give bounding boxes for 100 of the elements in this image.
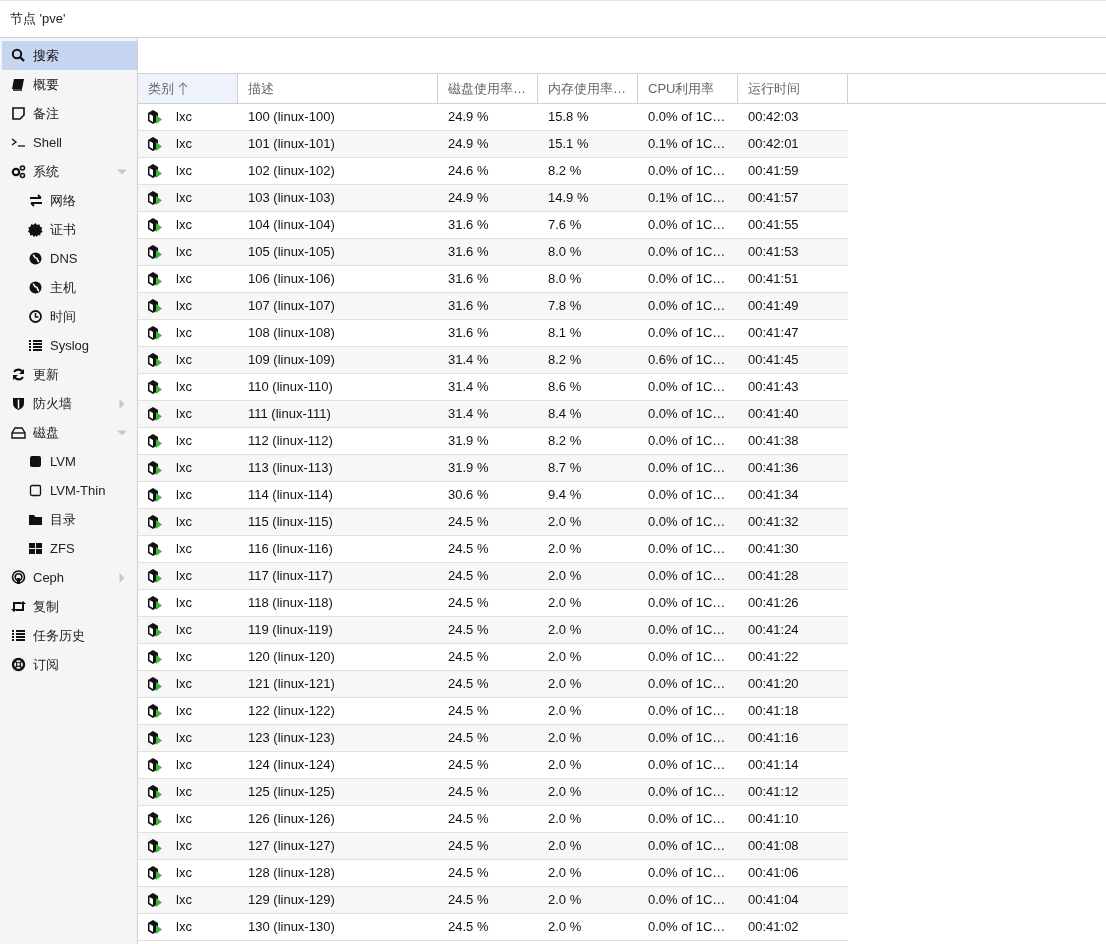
sidebar-item[interactable]: 防火墙 [2,389,137,418]
table-cell-text: 0.0% of 1C… [648,729,726,748]
table-row[interactable]: lxc 107 (linux-107) 31.6 % 7.8 % 0.0% of 1C… 00:41:49 [138,293,848,320]
table-cell-text: 108 (linux-108) [248,324,335,343]
table-cell-text: 0.0% of 1C… [648,459,726,478]
table-cell-text: 0.1% of 1C… [648,189,726,208]
sidebar-item[interactable]: 任务历史 [2,621,137,650]
table-cell-text: 0.0% of 1C… [648,432,726,451]
table-cell-text: 0.0% of 1C… [648,405,726,424]
table-cell-text: 104 (linux-104) [248,216,335,235]
table-row[interactable]: lxc 117 (linux-117) 24.5 % 2.0 % 0.0% of 1C… 00:41:28 [138,563,848,590]
grid-icon [28,541,43,556]
table-cell-text: 7.6 % [548,216,582,235]
sidebar-item[interactable]: 证书 [2,215,137,244]
table-row[interactable]: lxc 101 (linux-101) 24.9 % 15.1 % 0.1% of 1C… 00:42:01 [138,131,848,158]
table-row[interactable]: lxc 109 (linux-109) 31.4 % 8.2 % 0.6% of 1C… 00:41:45 [138,347,848,374]
sidebar-item[interactable]: 网络 [2,186,137,215]
table-row[interactable]: lxc 111 (linux-111) 31.4 % 8.4 % 0.0% of 1C… 00:41:40 [138,401,848,428]
container-icon [147,298,163,314]
expand-arrow-icon[interactable] [117,572,127,583]
table-cell-text: 8.1 % [548,324,582,343]
table-cell-text: 31.4 % [448,351,489,370]
table-cell-text: 31.9 % [448,459,489,478]
table-cell-text: 0.0% of 1C… [648,486,726,505]
table-row[interactable]: lxc 125 (linux-125) 24.5 % 2.0 % 0.0% of 1C… 00:41:12 [138,779,848,806]
container-icon [147,541,163,557]
sidebar-item[interactable]: Syslog [2,331,137,360]
table-cell-text: 00:41:40 [748,405,799,424]
sidebar-item[interactable]: 目录 [2,505,137,534]
table-cell-text: lxc [176,216,192,235]
table-row[interactable]: lxc 103 (linux-103) 24.9 % 14.9 % 0.1% of 1C… 00:41:57 [138,185,848,212]
table-cell-text: 24.9 % [448,108,489,127]
table-cell-text: lxc [176,135,192,154]
table-cell-text: lxc [176,729,192,748]
table-cell-text: 31.4 % [448,405,489,424]
sidebar-item[interactable]: Ceph [2,563,137,592]
table-cell-text: 8.6 % [548,378,582,397]
container-icon [147,109,163,125]
book-icon [11,77,26,92]
table-cell-text: 0.0% of 1C… [648,648,726,667]
sidebar-item[interactable]: ZFS [2,534,137,563]
table-cell-text: lxc [176,324,192,343]
table-cell-text: 00:41:53 [748,243,799,262]
container-icon [147,703,163,719]
expand-arrow-icon[interactable] [117,398,127,409]
sidebar-item[interactable]: 搜索 [2,41,137,70]
table-cell-text: lxc [176,108,192,127]
table-cell-text: 129 (linux-129) [248,891,335,910]
table-cell-text: 24.5 % [448,648,489,667]
sidebar-item[interactable]: 更新 [2,360,137,389]
table-cell-text: 0.6% of 1C… [648,351,726,370]
shield-icon [11,396,26,411]
table-row[interactable]: lxc 129 (linux-129) 24.5 % 2.0 % 0.0% of 1C… 00:41:04 [138,887,848,914]
container-icon [147,838,163,854]
table-cell-text: lxc [176,675,192,694]
sidebar-item[interactable]: 概要 [2,70,137,99]
exchange-icon [28,193,43,208]
table-cell-text: 00:41:26 [748,594,799,613]
sidebar-item[interactable]: 磁盘 [2,418,137,447]
table-row[interactable]: lxc 121 (linux-121) 24.5 % 2.0 % 0.0% of 1C… 00:41:20 [138,671,848,698]
table-row[interactable]: lxc 123 (linux-123) 24.5 % 2.0 % 0.0% of 1C… 00:41:16 [138,725,848,752]
sidebar-item[interactable]: LVM [2,447,137,476]
table-cell-text: lxc [176,837,192,856]
sidebar-item[interactable]: 时间 [2,302,137,331]
table-cell-text: 0.0% of 1C… [648,837,726,856]
container-icon [147,433,163,449]
table-cell-text: 9.4 % [548,486,582,505]
table-cell-text: 00:41:02 [748,918,799,937]
table-row[interactable]: lxc 127 (linux-127) 24.5 % 2.0 % 0.0% of 1C… 00:41:08 [138,833,848,860]
table-cell-text: 31.6 % [448,297,489,316]
table-cell-text: 2.0 % [548,918,582,937]
container-icon [147,136,163,152]
table-cell-text: 00:41:14 [748,756,799,775]
table-cell-text: lxc [176,405,192,424]
table-cell-text: 00:41:51 [748,270,799,289]
table-cell-text: 0.0% of 1C… [648,864,726,883]
table-cell-text: 14.9 % [548,189,589,208]
table-cell-text: 00:41:55 [748,216,799,235]
table-cell-text: 31.6 % [448,216,489,235]
sidebar-item[interactable]: 订阅 [2,650,137,679]
sidebar-item[interactable]: 复制 [2,592,137,621]
column-header[interactable]: 类别 [138,74,238,103]
sidebar-item[interactable]: LVM-Thin [2,476,137,505]
table-row[interactable]: lxc 115 (linux-115) 24.5 % 2.0 % 0.0% of 1C… 00:41:32 [138,509,848,536]
sidebar-item[interactable]: DNS [2,244,137,273]
table-row[interactable]: lxc 105 (linux-105) 31.6 % 8.0 % 0.0% of 1C… 00:41:53 [138,239,848,266]
container-icon [147,865,163,881]
sidebar-item[interactable]: 系统 [2,157,137,186]
sidebar-item[interactable]: Shell [2,128,137,157]
table-cell-text: 15.1 % [548,135,589,154]
table-cell-text: 0.0% of 1C… [648,270,726,289]
container-icon [147,595,163,611]
sidebar-item[interactable]: 主机 [2,273,137,302]
table-row[interactable]: lxc 113 (linux-113) 31.9 % 8.7 % 0.0% of 1C… 00:41:36 [138,455,848,482]
square-outline-icon [28,483,43,498]
table-row[interactable]: lxc 119 (linux-119) 24.5 % 2.0 % 0.0% of 1C… 00:41:24 [138,617,848,644]
table-cell-text: lxc [176,783,192,802]
sidebar-item[interactable]: 备注 [2,99,137,128]
container-icon [147,514,163,530]
container-icon [147,487,163,503]
